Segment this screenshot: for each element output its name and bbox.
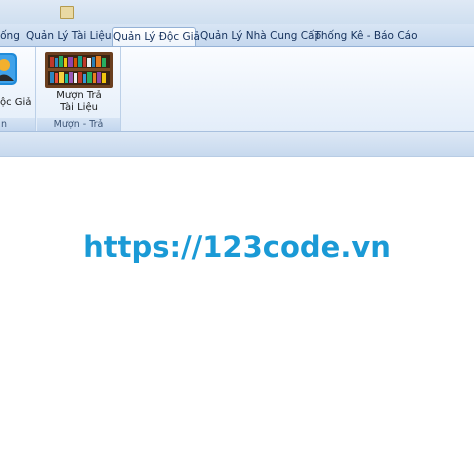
tab-he-thong[interactable]: ống	[0, 27, 20, 46]
ribbon-group-doc-gia: ộc Giả n	[0, 47, 36, 131]
status-strip	[0, 132, 474, 157]
muon-tra-tai-lieu-button[interactable]: Mượn Trả Tài Liệu	[39, 50, 119, 116]
title-bar	[0, 0, 474, 24]
doc-gia-button-label: ộc Giả	[0, 97, 32, 108]
ribbon-group-label: n	[0, 118, 35, 131]
ribbon-group-muon-tra: Mượn Trả Tài Liệu Mượn - Trả	[37, 47, 121, 131]
ribbon-panel: ộc Giả n Mượn Trả Tài Liệu Mượn - Trả	[0, 46, 474, 132]
tab-quan-ly-doc-gia[interactable]: Quản Lý Độc Giả	[112, 27, 200, 46]
ribbon-group-label: Mượn - Trả	[37, 118, 120, 131]
app-icon	[60, 6, 74, 19]
reader-icon	[0, 53, 17, 85]
muon-tra-label-line1: Mượn Trả	[56, 90, 102, 101]
bookshelf-icon	[45, 52, 113, 88]
watermark-text: https://123code.vn	[83, 230, 391, 264]
doc-gia-button[interactable]: ộc Giả	[0, 50, 34, 114]
tab-thong-ke-bao-cao[interactable]: Thống Kê - Báo Cáo	[314, 27, 418, 46]
ribbon-tab-bar: ống Quản Lý Tài Liệu Quản Lý Độc Giả Quả…	[0, 24, 474, 46]
tab-quan-ly-nha-cung-cap[interactable]: Quản Lý Nhà Cung Cấp	[200, 27, 321, 46]
tab-quan-ly-tai-lieu[interactable]: Quản Lý Tài Liệu	[26, 27, 112, 46]
muon-tra-label-line2: Tài Liệu	[60, 102, 98, 113]
